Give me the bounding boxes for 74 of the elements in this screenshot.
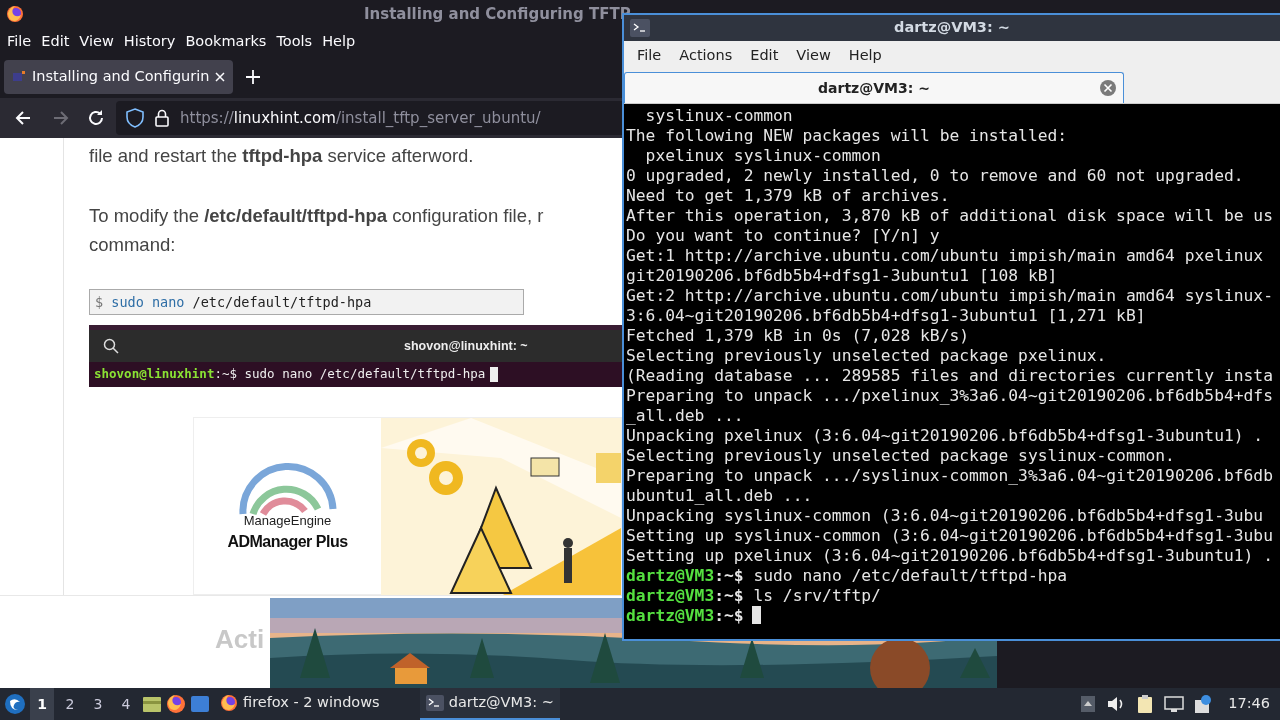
- start-menu-icon[interactable]: [4, 693, 26, 715]
- menu-item[interactable]: File: [2, 31, 37, 53]
- terminal-line: Preparing to unpack .../pxelinux_3%3a6.04~git20190206.bf6db5b4+dfs: [626, 386, 1274, 406]
- terminal-line: Get:1 http://archive.ubuntu.com/ubuntu impish/main amd64 pxelinux: [626, 246, 1265, 266]
- clipboard-icon[interactable]: [1136, 694, 1155, 714]
- ad-product: ADManager Plus: [227, 532, 348, 552]
- menu-item[interactable]: File: [628, 45, 671, 67]
- page-icon: [12, 70, 26, 84]
- terminal-line: Selecting previously unselected package syslinux-common.: [626, 446, 1176, 466]
- menu-item[interactable]: Help: [839, 45, 891, 67]
- terminal-line: 3:6.04~git20190206.bf6db5b4+dfsg1-3ubuntu1 [1,271 kB]: [626, 306, 1147, 326]
- menu-item[interactable]: History: [118, 31, 181, 53]
- menu-item[interactable]: View: [74, 31, 119, 53]
- ad-brand: ManageEngine: [243, 511, 332, 530]
- browser-tab[interactable]: Installing and Configurin: [4, 60, 234, 94]
- firefox-icon: [6, 5, 24, 23]
- terminal-line: Selecting previously unselected package pxelinux.: [626, 346, 1108, 366]
- terminal-line: Setting up syslinux-common (3:6.04~git20190206.bf6db5b4+dfsg1-3ubu: [626, 526, 1274, 546]
- terminal-line: The following NEW packages will be installed:: [626, 126, 1069, 146]
- lock-icon: [154, 109, 170, 127]
- code-block: $ sudo nano /etc/default/tftpd-hpa: [89, 289, 524, 316]
- firefox-icon: [220, 694, 238, 712]
- close-icon[interactable]: [1099, 79, 1117, 97]
- terminal-line: Do you want to continue? [Y/n] y: [626, 226, 941, 246]
- close-icon[interactable]: [215, 72, 226, 82]
- terminal-line: Need to get 1,379 kB of archives.: [626, 186, 951, 206]
- terminal-line: _all.deb ...: [626, 406, 745, 426]
- terminal-line: syslinux-common: [644, 106, 794, 126]
- terminal-line: Get:2 http://archive.ubuntu.com/ubuntu impish/main amd64 syslinux-: [626, 286, 1274, 306]
- network-icon[interactable]: [1164, 695, 1185, 713]
- workspace-button[interactable]: 3: [86, 688, 110, 720]
- eject-icon[interactable]: [1080, 695, 1097, 713]
- desktop-icon[interactable]: [190, 695, 210, 713]
- menu-item[interactable]: Help: [317, 31, 361, 53]
- address-bar[interactable]: https://linuxhint.com/install_tftp_server_ubuntu/: [116, 101, 622, 135]
- paragraph: file and restart the tftpd-hpa service afterword.: [89, 144, 475, 168]
- terminal-line: Unpacking syslinux-common (3:6.04~git20190206.bf6db5b4+dfsg1-3ubu: [626, 506, 1265, 526]
- terminal-line: ubuntu1_all.deb ...: [626, 486, 814, 506]
- menu-item[interactable]: Edit: [36, 31, 75, 53]
- terminal-icon: [425, 695, 444, 711]
- taskbar-button[interactable]: dartz@VM3: ~: [419, 688, 560, 720]
- clock: 17:46: [1228, 694, 1270, 714]
- window-title: dartz@VM3: ~: [894, 18, 1011, 38]
- workspace-button[interactable]: 2: [58, 688, 82, 720]
- terminal-line: dartz@VM3:~$: [626, 606, 1280, 626]
- terminal-line: Setting up pxelinux (3:6.04~git20190206.bf6db5b4+dfsg1-3ubuntu1) .: [626, 546, 1274, 566]
- terminal-line: 0 upgraded, 2 newly installed, 0 to remove and 60 not upgraded.: [626, 166, 1245, 186]
- firefox-icon[interactable]: [166, 694, 186, 714]
- workspace-button[interactable]: 1: [30, 688, 54, 720]
- new-tab-icon[interactable]: [245, 69, 262, 85]
- workspace-button[interactable]: 4: [114, 688, 138, 720]
- terminal-line: dartz@VM3:~$ sudo nano /etc/default/tftpd-hpa: [626, 566, 1069, 586]
- menu-item[interactable]: Actions: [670, 45, 742, 67]
- menu-item[interactable]: Edit: [741, 45, 788, 67]
- menu-item[interactable]: View: [787, 45, 840, 67]
- terminal-line: Fetched 1,379 kB in 0s (7,028 kB/s): [626, 326, 971, 346]
- terminal-line: (Reading database ... 289585 files and directories currently insta: [626, 366, 1274, 386]
- menu-item[interactable]: Bookmarks: [180, 31, 272, 53]
- folder-icon[interactable]: [142, 695, 162, 713]
- terminal-line: Preparing to unpack .../syslinux-common_3%3a6.04~git20190206.bf6db: [626, 466, 1274, 486]
- paragraph: To modify the /etc/default/tftpd-hpa configuration file, r command:: [89, 204, 545, 257]
- terminal-line: pxelinux syslinux-common: [644, 146, 882, 166]
- terminal-icon: [630, 19, 650, 37]
- shield-icon: [126, 108, 144, 128]
- notification-icon[interactable]: [1194, 694, 1213, 714]
- terminal-line: Unpacking pxelinux (3:6.04~git20190206.bf6db5b4+dfsg1-3ubuntu1) .: [626, 426, 1265, 446]
- terminal-title: shovon@linuxhint: ~: [404, 337, 528, 355]
- search-icon: [103, 338, 119, 355]
- menu-item[interactable]: Tools: [271, 31, 318, 53]
- terminal-line: After this operation, 3,870 kB of additional disk space will be us: [626, 206, 1274, 226]
- terminal-line: dartz@VM3:~$ ls /srv/tftp/: [626, 586, 882, 606]
- terminal-line: git20190206.bf6db5b4+dfsg1-3ubuntu1 [108 kB]: [626, 266, 1059, 286]
- taskbar-button[interactable]: firefox - 2 windows: [214, 688, 386, 720]
- terminal-tab[interactable]: dartz@VM3: ~: [624, 72, 1124, 103]
